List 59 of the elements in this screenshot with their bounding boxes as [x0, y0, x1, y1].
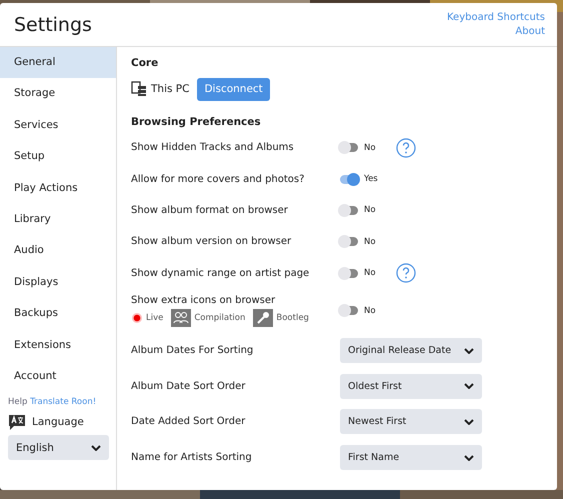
device-name: This PC	[151, 83, 190, 95]
toggle-value: Yes	[364, 174, 379, 184]
toggle-switch[interactable]	[340, 306, 358, 316]
setting-label: Show extra icons on browser	[131, 294, 276, 306]
chevron-icon	[91, 444, 101, 451]
setting-label: Album Dates For Sorting	[131, 345, 254, 356]
sidebar-item[interactable]: Extensions	[0, 330, 116, 361]
language-icon	[8, 413, 26, 432]
toggle-value: No	[364, 236, 377, 247]
badge-label: Compilation	[194, 312, 246, 323]
dropdown[interactable]: Oldest First	[340, 374, 482, 399]
sidebar-item[interactable]: Account	[0, 360, 116, 392]
sidebar-item[interactable]: Displays	[0, 266, 116, 298]
live-dot-icon	[131, 312, 143, 324]
window-title: Settings	[14, 14, 92, 36]
sidebar-item[interactable]: General	[0, 47, 116, 78]
chevron-icon	[464, 454, 474, 461]
setting-label: Show album version on browser	[131, 236, 292, 248]
people-icon	[171, 308, 192, 327]
help-icon[interactable]	[396, 263, 416, 284]
badge-label: Live	[146, 312, 164, 323]
toggle-switch[interactable]	[340, 237, 358, 246]
sidebar-item[interactable]: Services	[0, 110, 116, 142]
sidebar-item[interactable]: Play Actions	[0, 172, 116, 204]
language-select[interactable]: English	[8, 435, 109, 460]
toggle-switch[interactable]	[340, 143, 358, 152]
setting-label: Allow for more covers and photos?	[131, 174, 306, 185]
sidebar-item[interactable]: Setup	[0, 141, 116, 173]
badge-label: Bootleg	[276, 312, 309, 323]
computer-icon	[131, 81, 147, 97]
dropdown[interactable]: Original Release Date	[340, 338, 482, 364]
toggle-value: No	[364, 306, 377, 316]
section-heading: Browsing Preferences	[131, 115, 262, 130]
sidebar-item[interactable]: Backups	[0, 298, 116, 330]
microphone-icon	[253, 308, 274, 327]
setting-label: Album Date Sort Order	[131, 380, 246, 392]
help-text: Help Translate Roon!	[7, 396, 98, 408]
toggle-value: No	[364, 268, 377, 278]
setting-label: Show Hidden Tracks and Albums	[131, 142, 295, 154]
toggle-value: No	[364, 205, 377, 216]
dropdown[interactable]: First Name	[340, 445, 482, 470]
toggle-switch[interactable]	[340, 174, 358, 184]
dropdown[interactable]: Newest First	[340, 409, 482, 434]
chevron-icon	[464, 348, 474, 354]
language-label: Language	[32, 416, 84, 428]
toggle-switch[interactable]	[340, 268, 358, 278]
help-icon[interactable]	[396, 138, 416, 158]
sidebar-item[interactable]: Audio	[0, 235, 116, 267]
setting-label: Date Added Sort Order	[131, 416, 246, 428]
sidebar-item[interactable]: Storage	[0, 78, 116, 110]
setting-label: Show album format on browser	[131, 204, 289, 216]
toggle-value: No	[364, 142, 377, 153]
chevron-icon	[464, 383, 474, 390]
toggle-switch[interactable]	[340, 206, 358, 215]
setting-label: Name for Artists Sorting	[131, 452, 253, 464]
section-heading: Core	[131, 56, 160, 71]
chevron-icon	[464, 418, 474, 425]
sidebar-item[interactable]: Library	[0, 204, 116, 236]
setting-label: Show dynamic range on artist page	[131, 268, 310, 279]
